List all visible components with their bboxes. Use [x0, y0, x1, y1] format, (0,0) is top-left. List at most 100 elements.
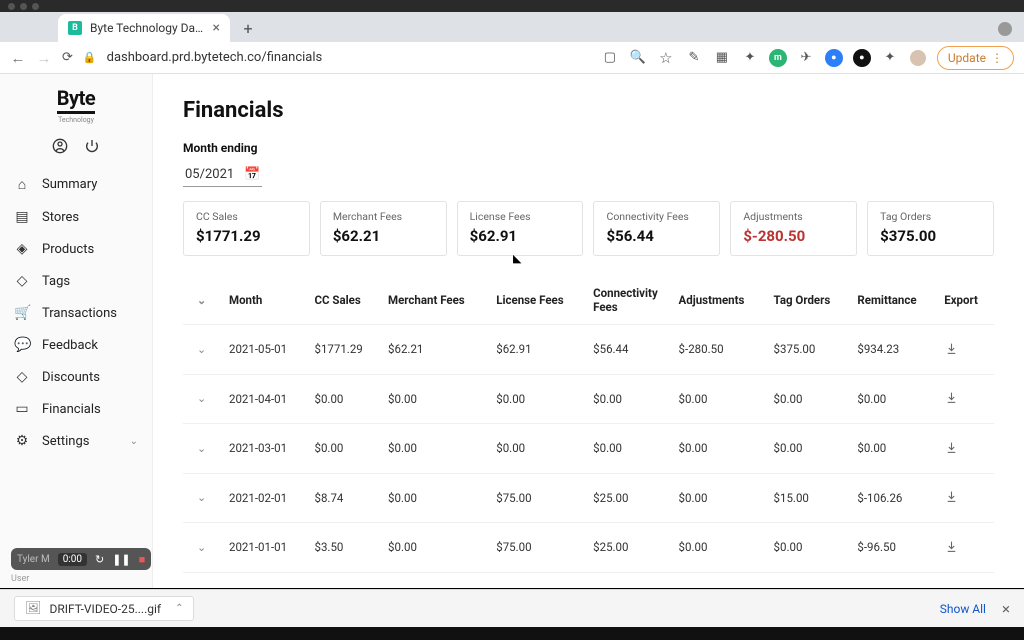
profile-avatar[interactable] [998, 22, 1012, 36]
ext-badge-green[interactable]: m [769, 49, 787, 67]
ext-icon-1[interactable]: ✎ [685, 49, 703, 67]
account-icon[interactable] [52, 138, 68, 154]
pause-icon[interactable]: ❚❚ [112, 553, 130, 566]
col-remittance[interactable]: Remittance [851, 276, 938, 325]
sidebar-item-label: Settings [42, 434, 89, 449]
cell-merch: $0.00 [382, 374, 490, 424]
sidebar-item-settings[interactable]: ⚙Settings⌄ [0, 425, 152, 457]
expand-row-icon[interactable]: ⌄ [183, 374, 223, 424]
bookmark-star-icon[interactable]: ☆ [657, 49, 675, 67]
sidebar-item-stores[interactable]: ▤Stores [0, 201, 152, 233]
download-icon [944, 490, 958, 504]
cell-cc: $0.00 [308, 424, 382, 474]
cell-merch: $62.21 [382, 325, 490, 375]
stat-cc-sales: CC Sales$1771.29 [183, 201, 310, 256]
cell-cc: $8.74 [308, 473, 382, 523]
logo: Byte Technology [0, 74, 152, 130]
export-button[interactable] [938, 523, 994, 573]
traffic-light-max[interactable] [32, 3, 39, 10]
stat-merchant-fees: Merchant Fees$62.21 [320, 201, 447, 256]
expand-row-icon[interactable]: ⌄ [183, 572, 223, 588]
os-titlebar [0, 0, 1024, 12]
cell-cc: $12.47 [308, 572, 382, 588]
show-all-downloads[interactable]: Show All [940, 602, 986, 616]
sidebar-item-label: Stores [42, 210, 79, 225]
export-button[interactable] [938, 424, 994, 474]
restart-icon[interactable]: ↻ [95, 553, 104, 566]
export-button[interactable] [938, 572, 994, 588]
sidebar-item-transactions[interactable]: 🛒Transactions [0, 297, 152, 329]
power-icon[interactable] [84, 138, 100, 154]
sidebar-item-discounts[interactable]: ◇Discounts [0, 361, 152, 393]
screen-recorder[interactable]: Tyler M 0:00 ↻ ❚❚ ■ [11, 548, 151, 570]
col-connectivity-fees[interactable]: Connectivity Fees [587, 276, 672, 325]
export-button[interactable] [938, 374, 994, 424]
expand-row-icon[interactable]: ⌄ [183, 424, 223, 474]
cell-month: 2021-01-01 [223, 523, 308, 573]
extensions-icon[interactable]: ✦ [881, 49, 899, 67]
chat-icon: 💬 [14, 337, 30, 353]
ext-badge-dark[interactable]: ● [853, 49, 871, 67]
recorder-name: Tyler M [17, 554, 50, 565]
col-cc-sales[interactable]: CC Sales [308, 276, 382, 325]
new-tab-button[interactable]: + [236, 16, 260, 40]
expand-row-icon[interactable]: ⌄ [183, 523, 223, 573]
forward-button[interactable]: → [36, 49, 52, 67]
cell-tag: $0.00 [768, 523, 852, 573]
col-month[interactable]: Month [223, 276, 308, 325]
ext-icon-3[interactable]: ✦ [741, 49, 759, 67]
traffic-light-close[interactable] [8, 3, 15, 10]
traffic-light-min[interactable] [20, 3, 27, 10]
col-expand[interactable]: ⌄ [183, 276, 223, 325]
reload-button[interactable]: ⟳ [62, 50, 73, 65]
close-download-bar-icon[interactable]: × [1002, 600, 1010, 618]
tab-title: Byte Technology Dashboard [90, 21, 205, 35]
ext-badge-blue[interactable]: ● [825, 49, 843, 67]
cell-conn: $56.44 [587, 325, 672, 375]
col-export[interactable]: Export [938, 276, 994, 325]
close-tab-icon[interactable]: × [213, 21, 220, 35]
cell-rem: $-96.50 [851, 523, 938, 573]
stat-adjustments: Adjustments$-280.50 [730, 201, 857, 256]
page-title: Financials [183, 98, 994, 123]
update-button[interactable]: Update ⋮ [937, 46, 1014, 70]
sidebar-item-label: Discounts [42, 370, 100, 385]
download-item[interactable]: 🖼 DRIFT-VIDEO-25....gif ⌃ [14, 596, 194, 621]
zoom-icon[interactable]: 🔍 [629, 49, 647, 67]
ext-icon-2[interactable]: ▦ [713, 49, 731, 67]
footer-bar [0, 627, 1024, 640]
browser-tab[interactable]: B Byte Technology Dashboard × [58, 14, 230, 42]
cell-rem: $12.47 [851, 572, 938, 588]
export-button[interactable] [938, 473, 994, 523]
favicon: B [68, 21, 82, 35]
ext-icon-4[interactable]: ✈ [797, 49, 815, 67]
lock-icon: 🔒 [83, 51, 97, 64]
col-merchant-fees[interactable]: Merchant Fees [382, 276, 490, 325]
expand-row-icon[interactable]: ⌄ [183, 325, 223, 375]
sidebar-item-tags[interactable]: ◇Tags [0, 265, 152, 297]
back-button[interactable]: ← [10, 49, 26, 67]
url-text[interactable]: dashboard.prd.bytetech.co/financials [107, 50, 323, 65]
chevron-up-icon[interactable]: ⌃ [175, 603, 183, 614]
export-button[interactable] [938, 325, 994, 375]
sidebar-item-products[interactable]: ◈Products [0, 233, 152, 265]
camera-icon[interactable]: ▢ [601, 49, 619, 67]
sidebar-item-summary[interactable]: ⌂Summary [0, 168, 152, 201]
expand-row-icon[interactable]: ⌄ [183, 473, 223, 523]
col-tag-orders[interactable]: Tag Orders [768, 276, 852, 325]
stop-icon[interactable]: ■ [139, 553, 146, 566]
sidebar-item-feedback[interactable]: 💬Feedback [0, 329, 152, 361]
profile-icon[interactable] [909, 49, 927, 67]
financials-table: ⌄ Month CC Sales Merchant Fees License F… [183, 276, 994, 588]
table-row: ⌄2020-12-01$12.47$0.00$0.00$0.00$0.00$0.… [183, 572, 994, 588]
cell-cc: $3.50 [308, 523, 382, 573]
cell-lic: $0.00 [490, 424, 587, 474]
col-license-fees[interactable]: License Fees [490, 276, 587, 325]
cell-conn: $0.00 [587, 424, 672, 474]
download-icon [944, 341, 958, 355]
table-row: ⌄2021-03-01$0.00$0.00$0.00$0.00$0.00$0.0… [183, 424, 994, 474]
cell-rem: $-106.26 [851, 473, 938, 523]
col-adjustments[interactable]: Adjustments [673, 276, 768, 325]
sidebar-item-financials[interactable]: ▭Financials [0, 393, 152, 425]
month-picker[interactable]: 05/2021 📅 [183, 165, 262, 187]
